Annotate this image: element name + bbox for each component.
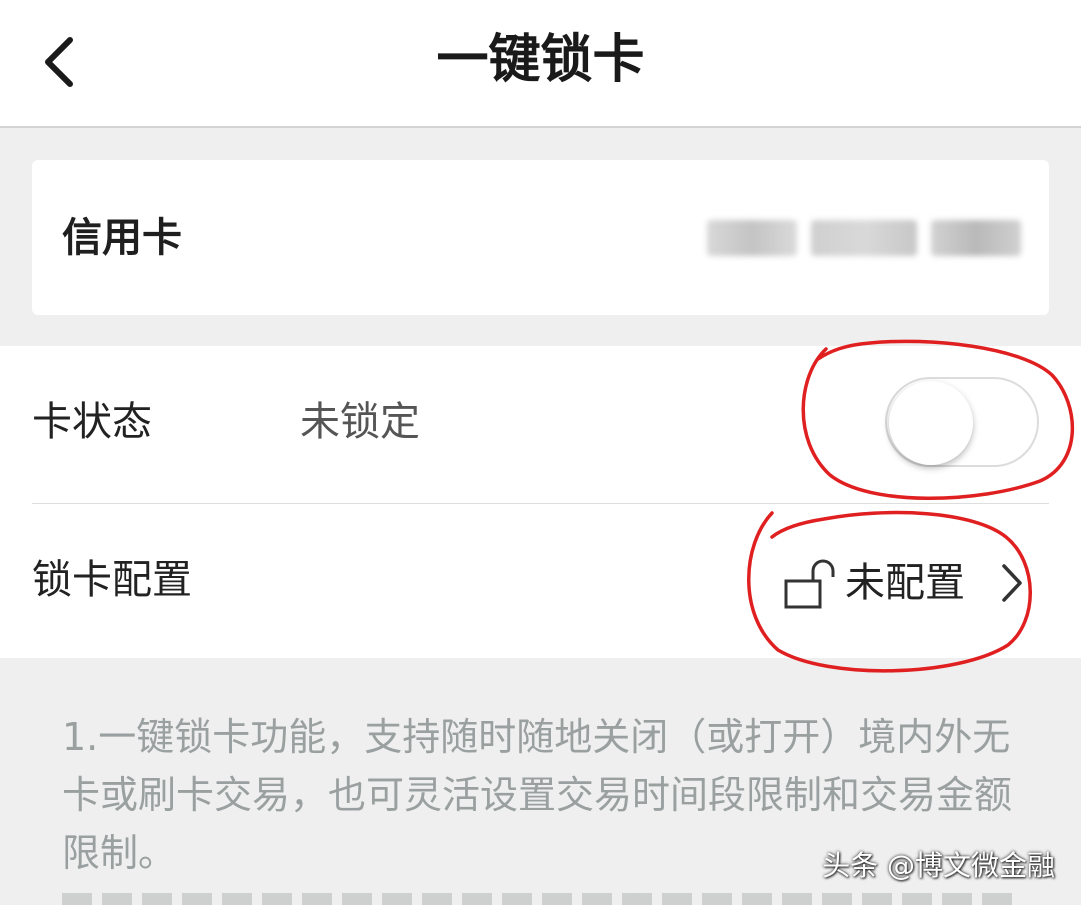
lock-toggle-switch[interactable]	[885, 377, 1039, 467]
lock-config-value: 未配置	[845, 560, 965, 606]
lock-config-row[interactable]: 锁卡配置 未配置	[0, 504, 1081, 658]
lock-config-right: 未配置	[783, 548, 1025, 618]
chevron-right-icon	[1002, 564, 1022, 602]
lock-config-label: 锁卡配置	[32, 557, 192, 603]
card-status-label: 卡状态	[32, 399, 152, 445]
card-status-value: 未锁定	[300, 399, 420, 445]
card-type-label: 信用卡	[62, 215, 182, 261]
next-paragraph-peek	[62, 893, 1022, 905]
page-title: 一键锁卡	[436, 30, 645, 90]
settings-panel: 卡状态 未锁定 锁卡配置 未配置	[0, 346, 1081, 658]
card-status-row: 卡状态 未锁定	[0, 346, 1081, 503]
card-number-masked	[707, 216, 1021, 260]
toggle-knob	[889, 381, 973, 465]
watermark: 头条 @博文微金融	[822, 849, 1055, 882]
card-info-panel: 信用卡	[32, 160, 1049, 315]
unlocked-padlock-icon	[784, 559, 835, 609]
nav-header: 一键锁卡	[0, 0, 1081, 128]
